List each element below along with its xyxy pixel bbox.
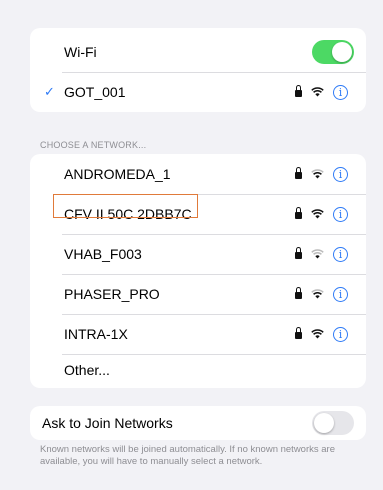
ask-join-label: Ask to Join Networks <box>42 415 173 431</box>
wifi-icon <box>311 87 324 97</box>
lock-icon <box>295 167 302 179</box>
network-status-icons: i <box>295 154 348 194</box>
lock-icon <box>295 327 302 339</box>
lock-icon <box>295 287 302 299</box>
network-status-icons: i <box>295 314 348 354</box>
wifi-icon <box>311 209 324 219</box>
network-row[interactable]: ANDROMEDA_1 i <box>30 154 366 194</box>
info-icon[interactable]: i <box>333 166 348 182</box>
toggle-knob <box>314 413 334 433</box>
toggle-knob <box>332 42 352 62</box>
info-icon[interactable]: i <box>333 206 348 222</box>
network-name: PHASER_PRO <box>64 286 160 302</box>
lock-icon <box>295 85 302 97</box>
wifi-toggle[interactable] <box>312 40 354 64</box>
network-list-group: ANDROMEDA_1 i CFV II 50C 2DBB7C i VHAB_F… <box>30 154 366 388</box>
info-icon[interactable]: i <box>333 326 348 342</box>
network-name: INTRA-1X <box>64 326 128 342</box>
info-icon[interactable]: i <box>333 286 348 302</box>
wifi-toggle-row[interactable]: Wi-Fi <box>30 32 366 72</box>
lock-icon <box>295 247 302 259</box>
network-row[interactable]: VHAB_F003 i <box>30 234 366 274</box>
network-name: VHAB_F003 <box>64 246 142 262</box>
lock-icon <box>295 207 302 219</box>
info-icon[interactable]: i <box>333 246 348 262</box>
network-status-icons: i <box>295 274 348 314</box>
ask-join-toggle[interactable] <box>312 411 354 435</box>
checkmark-icon: ✓ <box>44 84 55 99</box>
other-network-row[interactable]: Other... <box>30 350 366 388</box>
connected-network-name: GOT_001 <box>64 84 126 100</box>
wifi-label: Wi-Fi <box>64 44 97 60</box>
wifi-icon <box>311 249 324 259</box>
wifi-icon <box>311 329 324 339</box>
network-status-icons: i <box>295 234 348 274</box>
section-header: CHOOSE A NETWORK... <box>40 140 147 150</box>
footer-note: Known networks will be joined automatica… <box>40 444 335 467</box>
other-label: Other... <box>64 362 110 378</box>
network-status-icons: i <box>295 194 348 234</box>
ask-join-row[interactable]: Ask to Join Networks <box>30 406 366 440</box>
ask-join-group: Ask to Join Networks <box>30 406 366 440</box>
wifi-icon <box>311 169 324 179</box>
connected-network-row[interactable]: ✓ GOT_001 i <box>30 72 366 112</box>
network-row[interactable]: INTRA-1X i <box>30 314 366 354</box>
wifi-group: Wi-Fi ✓ GOT_001 i <box>30 28 366 112</box>
wifi-icon <box>311 289 324 299</box>
selection-highlight <box>53 194 198 218</box>
network-status-icons: i <box>295 72 348 112</box>
info-icon[interactable]: i <box>333 84 348 100</box>
network-name: ANDROMEDA_1 <box>64 166 171 182</box>
network-row[interactable]: PHASER_PRO i <box>30 274 366 314</box>
